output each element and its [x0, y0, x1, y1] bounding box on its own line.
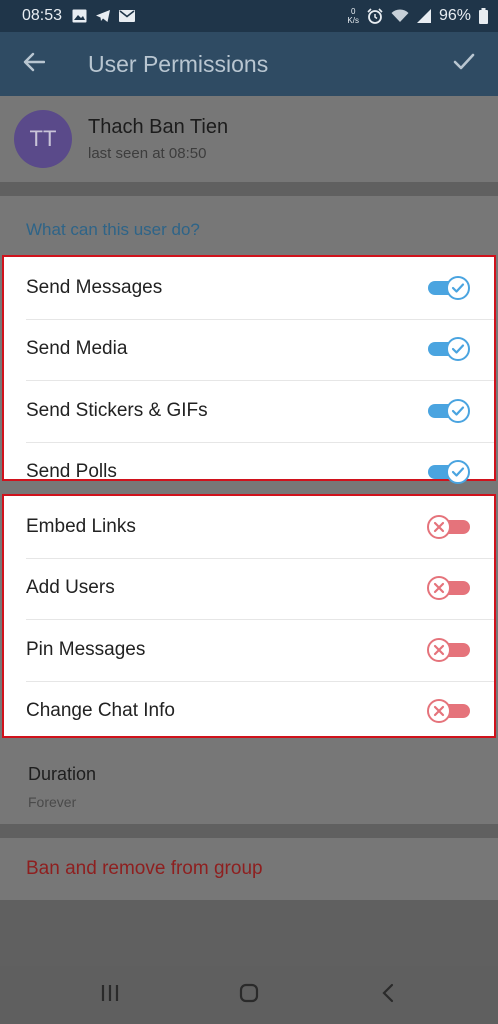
duration-value: Forever — [28, 794, 77, 810]
duration-row[interactable]: Duration Forever — [0, 738, 498, 824]
permission-row[interactable]: Embed Links — [4, 496, 494, 558]
app-bar: User Permissions — [0, 32, 498, 96]
status-time: 08:53 — [22, 7, 63, 24]
telegram-icon — [95, 9, 111, 23]
recent-apps-icon — [100, 984, 120, 1007]
permission-row[interactable]: Send Media — [4, 318, 494, 381]
section-divider — [0, 182, 498, 196]
gallery-icon — [72, 9, 87, 23]
toggle-off[interactable] — [427, 576, 470, 601]
permission-label: Change Chat Info — [26, 700, 175, 722]
page-title: User Permissions — [88, 50, 269, 77]
allowed-permissions-group: Send Messages Send Media Send Stickers &… — [2, 255, 496, 485]
system-nav-bar — [0, 966, 498, 1024]
section-divider — [0, 824, 498, 838]
toggle-off[interactable] — [427, 637, 470, 662]
permission-row[interactable]: Send Messages — [4, 257, 494, 319]
empty-area — [0, 900, 498, 966]
back-nav-icon — [381, 983, 395, 1008]
wifi-icon — [391, 9, 409, 23]
permission-row[interactable]: Pin Messages — [4, 619, 494, 681]
home-button[interactable] — [229, 975, 269, 1015]
toggle-on[interactable] — [428, 275, 470, 300]
user-name: Thach Ban Tien — [88, 116, 229, 138]
home-icon — [239, 983, 259, 1008]
permissions-header: What can this user do? — [26, 220, 200, 239]
checkmark-icon — [453, 53, 475, 76]
permission-row[interactable]: Change Chat Info — [4, 680, 494, 743]
toggle-on[interactable] — [428, 460, 470, 485]
confirm-button[interactable] — [430, 32, 498, 96]
permission-label: Send Messages — [26, 276, 163, 298]
battery-icon — [479, 8, 488, 24]
alarm-icon — [367, 8, 383, 24]
toggle-off[interactable] — [427, 699, 470, 724]
status-bar: 08:53 0 K/s 96% — [0, 0, 498, 32]
denied-permissions-group: Embed Links Add Users Pin Messages Chang… — [2, 494, 496, 738]
ban-button[interactable]: Ban and remove from group — [0, 838, 498, 900]
back-arrow-icon — [23, 52, 46, 77]
signal-icon — [416, 9, 431, 23]
permissions-section: What can this user do? Send Messages Sen… — [0, 196, 498, 738]
toggle-on[interactable] — [428, 337, 470, 362]
permission-label: Send Polls — [26, 461, 117, 483]
permission-label: Send Media — [26, 338, 128, 360]
toggle-on[interactable] — [428, 398, 470, 423]
back-button[interactable] — [0, 32, 68, 96]
user-header: TT Thach Ban Tien last seen at 08:50 — [0, 96, 498, 182]
mail-icon — [119, 10, 136, 22]
last-seen: last seen at 08:50 — [88, 145, 207, 162]
permission-label: Add Users — [26, 577, 115, 599]
battery-percent: 96% — [438, 7, 471, 24]
duration-title: Duration — [28, 764, 97, 784]
avatar: TT — [14, 110, 72, 168]
permission-label: Embed Links — [26, 515, 136, 537]
recent-apps-button[interactable] — [90, 975, 130, 1015]
permission-row[interactable]: Add Users — [4, 557, 494, 620]
toggle-off[interactable] — [427, 514, 470, 539]
permission-label: Send Stickers & GIFs — [26, 399, 208, 421]
back-nav-button[interactable] — [368, 975, 408, 1015]
ban-label: Ban and remove from group — [26, 858, 263, 879]
permission-row[interactable]: Send Stickers & GIFs — [4, 380, 494, 442]
permission-label: Pin Messages — [26, 638, 146, 660]
net-speed: 0 K/s — [347, 7, 359, 25]
